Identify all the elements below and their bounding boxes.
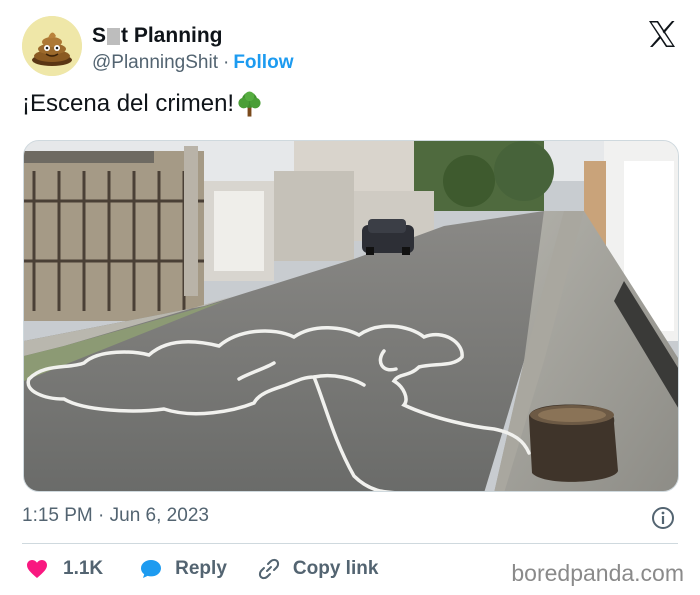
tweet-text-content: ¡Escena del crimen! [22, 90, 235, 117]
censor-block [107, 27, 121, 45]
handle[interactable]: @PlanningShit [92, 52, 218, 74]
reply-button[interactable]: Reply [139, 557, 227, 581]
like-button[interactable]: 1.1K [25, 557, 103, 581]
divider [22, 543, 678, 544]
tweet-photo[interactable] [23, 140, 679, 492]
speech-bubble-icon [141, 560, 162, 578]
timestamp[interactable]: 1:15 PM · Jun 6, 2023 [22, 505, 209, 527]
heart-icon [27, 560, 47, 578]
tree-emoji-icon [238, 91, 261, 117]
follow-button[interactable]: Follow [233, 52, 293, 74]
reply-label: Reply [175, 558, 227, 579]
info-icon[interactable] [651, 506, 675, 530]
separator: · [222, 52, 230, 73]
tweet-header: St Planning @PlanningShit · Follow [22, 16, 682, 78]
copy-link-label: Copy link [292, 558, 379, 579]
action-bar: 1.1K Reply Copy link [25, 555, 378, 583]
tweet-text: ¡Escena del crimen! [22, 90, 263, 118]
x-logo-icon[interactable] [646, 18, 678, 50]
like-count: 1.1K [63, 558, 104, 579]
copy-link-button[interactable]: Copy link [257, 557, 379, 581]
link-icon [258, 558, 279, 580]
display-name-prefix: S [92, 24, 107, 47]
display-name[interactable]: St Planning [92, 24, 293, 48]
watermark: boredpanda.com [511, 560, 684, 586]
display-name-suffix: t Planning [121, 24, 223, 47]
avatar[interactable] [22, 16, 82, 76]
